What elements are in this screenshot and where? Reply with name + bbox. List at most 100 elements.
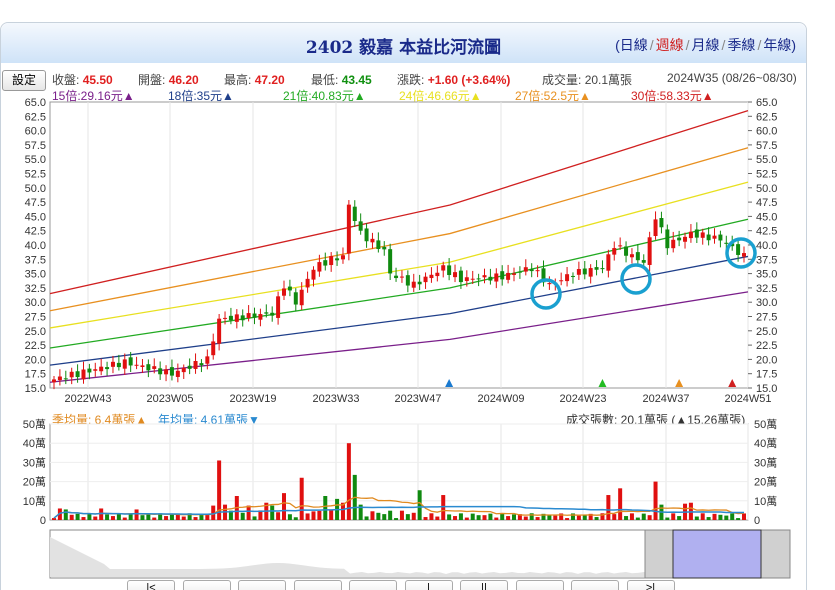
nav-button-3[interactable] xyxy=(293,580,342,590)
candle xyxy=(476,278,481,280)
volume-bar xyxy=(388,510,393,520)
vol-tick-right: 30萬 xyxy=(754,456,777,469)
candle xyxy=(340,255,345,260)
y-tick-label-left: 65.0 xyxy=(25,97,46,109)
nav-button-9[interactable]: >| xyxy=(626,580,675,590)
y-tick-label-left: 45.0 xyxy=(25,211,46,223)
y-tick-label-left: 25.0 xyxy=(25,326,46,338)
candle xyxy=(305,278,310,288)
volume-bar xyxy=(435,516,440,520)
volume-bar xyxy=(494,517,499,520)
candle xyxy=(718,234,723,241)
candle xyxy=(700,232,705,238)
candle xyxy=(547,283,552,285)
candle xyxy=(146,364,151,371)
candle xyxy=(724,242,729,244)
candle xyxy=(600,268,605,270)
nav-button-2[interactable] xyxy=(238,580,286,590)
volume-bar xyxy=(724,515,729,520)
volume-bar xyxy=(535,517,540,520)
candle xyxy=(441,265,446,271)
nav-button-5[interactable]: | xyxy=(404,580,453,590)
candle xyxy=(529,269,534,272)
price-volume-chart[interactable]: 2022W43 2023W05 2023W19 2023W33 2023W47 2024W… xyxy=(0,0,835,590)
volume-bar xyxy=(700,513,705,520)
volume-bar xyxy=(677,516,682,520)
candle xyxy=(671,239,676,249)
volume-bar xyxy=(500,513,505,520)
volume-bar xyxy=(453,516,458,520)
y-tick-label-right: 47.5 xyxy=(756,197,777,209)
vol-tick-left: 0 xyxy=(40,515,46,527)
volume-bar xyxy=(140,515,145,520)
candle xyxy=(376,240,381,249)
candle xyxy=(388,249,393,274)
y-tick-label-right: 35.0 xyxy=(756,269,777,281)
volume-bar xyxy=(476,515,481,520)
vol-tick-left: 10萬 xyxy=(23,495,46,508)
candle xyxy=(234,314,239,322)
volume-bar xyxy=(105,514,110,520)
volume-bar xyxy=(323,496,328,520)
candle xyxy=(128,357,133,366)
volume-bar xyxy=(653,481,658,520)
nav-button-1[interactable] xyxy=(182,580,231,590)
volume-bar xyxy=(694,516,699,520)
volume-bar xyxy=(482,515,487,520)
candle xyxy=(653,219,658,237)
volume-bar xyxy=(317,510,322,520)
candle xyxy=(181,367,186,373)
candle xyxy=(435,272,440,277)
y-tick-label-left: 60.0 xyxy=(25,126,46,138)
navigator-selection[interactable] xyxy=(672,529,762,579)
candle xyxy=(293,292,298,305)
volume-bar xyxy=(576,515,581,520)
candle xyxy=(187,365,192,369)
volume-bar xyxy=(742,513,746,520)
candle xyxy=(175,370,180,377)
candle xyxy=(282,288,286,296)
vol-tick-right: 50萬 xyxy=(754,418,777,431)
y-tick-label-right: 45.0 xyxy=(756,211,777,223)
x-tick-label: 2024W23 xyxy=(559,393,606,405)
volume-bar xyxy=(641,513,646,520)
volume-bar xyxy=(164,516,169,520)
vol-tick-right: 0 xyxy=(754,515,760,527)
y-tick-label-right: 42.5 xyxy=(756,226,777,238)
candle xyxy=(370,238,375,243)
y-tick-label-right: 25.0 xyxy=(756,326,777,338)
candle xyxy=(458,270,463,283)
volume-bar xyxy=(523,516,528,520)
candle xyxy=(565,274,570,282)
volume-bar xyxy=(75,513,80,520)
volume-bar xyxy=(736,518,741,520)
nav-button-7[interactable] xyxy=(515,580,564,590)
volume-bar xyxy=(270,505,275,520)
x-tick-label: 2024W37 xyxy=(642,393,689,405)
nav-button-8[interactable] xyxy=(571,580,619,590)
candle xyxy=(712,235,717,239)
y-tick-label-right: 55.0 xyxy=(756,154,777,166)
nav-button-4[interactable] xyxy=(349,580,397,590)
volume-bar xyxy=(429,513,434,520)
candle xyxy=(335,258,340,261)
candle xyxy=(110,361,115,367)
volume-bar xyxy=(52,518,56,520)
candle xyxy=(193,361,198,369)
candle xyxy=(87,368,92,373)
nav-button-6[interactable]: || xyxy=(460,580,508,590)
volume-bar xyxy=(282,493,286,520)
candle xyxy=(240,315,245,321)
candle xyxy=(506,272,511,280)
volume-bar xyxy=(447,514,452,520)
volume-plot-area xyxy=(49,423,749,521)
candle xyxy=(694,229,699,238)
volume-bar xyxy=(181,516,186,520)
volume-bar xyxy=(276,512,281,520)
volume-bar xyxy=(423,517,428,520)
volume-bar xyxy=(730,513,735,520)
volume-bar xyxy=(458,513,463,520)
candle xyxy=(258,314,263,320)
nav-button-0[interactable]: |< xyxy=(127,580,175,590)
candle xyxy=(582,268,587,275)
